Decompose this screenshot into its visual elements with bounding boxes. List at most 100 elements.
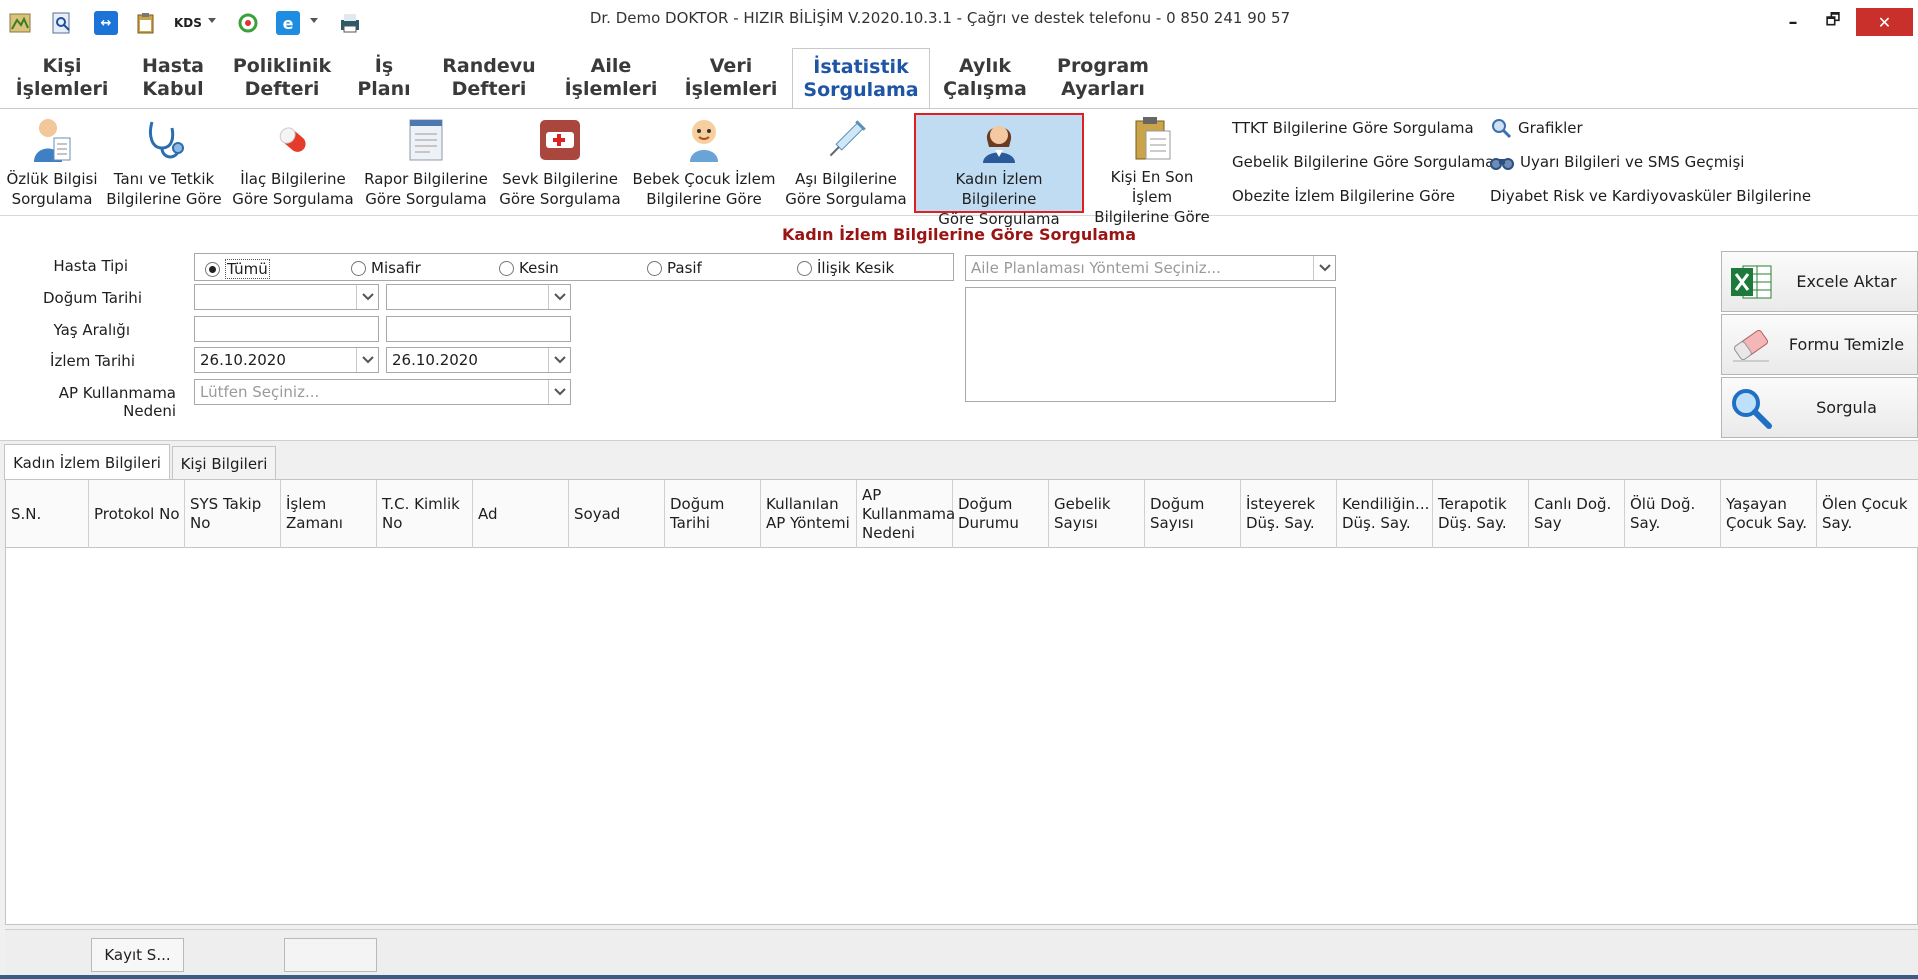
- col-kendiliginden-dus[interactable]: Kendiliğin... Düş. Say.: [1337, 480, 1433, 548]
- yas-araligi-min[interactable]: [194, 316, 379, 342]
- bebek-cocuk-izlem-label: Bebek Çocuk İzlem Bilgilerine Göre: [632, 170, 776, 208]
- col-islem-zamani[interactable]: İşlem Zamanı: [281, 480, 377, 548]
- clipboard-icon[interactable]: [134, 10, 158, 36]
- col-canli-dog[interactable]: Canlı Doğ. Say: [1529, 480, 1625, 548]
- kadin-izlem-button[interactable]: Kadın İzlem Bilgilerine Göre Sorgulama: [914, 113, 1084, 228]
- radio-pasif[interactable]: Pasif: [647, 259, 702, 277]
- col-protokol-no[interactable]: Protokol No: [89, 480, 185, 548]
- ap-nedeni-select[interactable]: Lütfen Seçiniz...: [194, 379, 571, 405]
- query-label: Sorgula: [1816, 398, 1877, 417]
- radio-ilisik-kesik[interactable]: İlişik Kesik: [797, 259, 894, 277]
- chevron-down-icon[interactable]: [548, 285, 570, 309]
- tab-hasta-kabul[interactable]: Hasta Kabul: [126, 48, 220, 108]
- col-yasayan-cocuk[interactable]: Yaşayan Çocuk Say.: [1721, 480, 1817, 548]
- record-count-button[interactable]: Kayıt S...: [91, 938, 184, 972]
- tab-istatistik-sorgulama[interactable]: İstatistik Sorgulama: [792, 48, 930, 108]
- dogum-tarihi-start[interactable]: [194, 284, 379, 310]
- grafikler-link[interactable]: Grafikler: [1490, 117, 1583, 139]
- dogum-tarihi-end[interactable]: [386, 284, 571, 310]
- woman-icon: [976, 117, 1022, 165]
- tab-is-plani[interactable]: İş Planı: [344, 48, 424, 108]
- radio-kesin[interactable]: Kesin: [499, 259, 559, 277]
- col-gebelik-sayisi[interactable]: Gebelik Sayısı: [1049, 480, 1145, 548]
- kadin-izlem-label: Kadın İzlem Bilgilerine Göre Sorgulama: [938, 170, 1060, 228]
- chevron-down-icon[interactable]: [208, 18, 216, 23]
- radio-tumu[interactable]: Tümü: [205, 259, 270, 279]
- chevron-down-icon[interactable]: [548, 380, 570, 404]
- dogum-tarihi-label: Doğum Tarihi: [42, 289, 142, 307]
- baby-icon: [681, 115, 727, 165]
- rapor-bilgileri-label: Rapor Bilgilerine Göre Sorgulama: [364, 170, 488, 208]
- col-isteyerek-dus[interactable]: İsteyerek Düş. Say.: [1241, 480, 1337, 548]
- col-dogum-tarihi[interactable]: Doğum Tarihi: [665, 480, 761, 548]
- col-sys-takip-no[interactable]: SYS Takip No: [185, 480, 281, 548]
- col-ad[interactable]: Ad: [473, 480, 569, 548]
- minimize-button[interactable]: –: [1778, 8, 1808, 36]
- radio-misafir[interactable]: Misafir: [351, 259, 421, 277]
- asi-bilgileri-button[interactable]: Aşı Bilgilerine Göre Sorgulama: [784, 113, 908, 213]
- tab-aylik-calisma[interactable]: Aylık Çalışma: [940, 48, 1030, 108]
- chevron-down-icon[interactable]: [310, 18, 318, 23]
- diyabet-risk-link[interactable]: Diyabet Risk ve Kardiyovasküler Bilgiler…: [1490, 187, 1811, 205]
- yas-araligi-max[interactable]: [386, 316, 571, 342]
- col-olen-cocuk[interactable]: Ölen Çocuk Say.: [1817, 480, 1918, 548]
- col-dogum-sayisi[interactable]: Doğum Sayısı: [1145, 480, 1241, 548]
- clear-form-button[interactable]: Formu Temizle: [1721, 314, 1918, 375]
- ttkt-sorgulama-link[interactable]: TTKT Bilgilerine Göre Sorgulama: [1232, 119, 1474, 137]
- col-soyad[interactable]: Soyad: [569, 480, 665, 548]
- tab-program-ayarlari[interactable]: Program Ayarları: [1046, 48, 1160, 108]
- izlem-tarihi-end[interactable]: 26.10.2020: [386, 347, 571, 373]
- izlem-tarihi-start-value: 26.10.2020: [200, 351, 286, 369]
- teamviewer-icon[interactable]: ↔: [94, 10, 118, 36]
- kisi-en-son-islem-button[interactable]: Kişi En Son İşlem Bilgilerine Göre: [1090, 113, 1214, 226]
- rapor-bilgileri-button[interactable]: Rapor Bilgilerine Göre Sorgulama: [362, 113, 490, 213]
- printer-icon[interactable]: [338, 10, 362, 36]
- ozluk-bilgisi-button[interactable]: Özlük Bilgisi Sorgulama: [4, 113, 100, 213]
- tani-tetkik-button[interactable]: Tanı ve Tetkik Bilgilerine Göre: [104, 113, 224, 213]
- uyari-sms-link[interactable]: Uyarı Bilgileri ve SMS Geçmişi: [1490, 151, 1744, 173]
- col-ap-kullanmama-nedeni[interactable]: AP Kullanmama Nedeni: [857, 480, 955, 548]
- ap-nedeni-label: AP Kullanmama Nedeni: [58, 384, 176, 420]
- excel-export-button[interactable]: Excele Aktar: [1721, 251, 1918, 312]
- query-button[interactable]: Sorgula: [1721, 377, 1918, 438]
- gebelik-sorgulama-link[interactable]: Gebelik Bilgilerine Göre Sorgulama: [1232, 153, 1494, 171]
- col-sn[interactable]: S.N.: [6, 480, 89, 548]
- restore-button[interactable]: 🗗: [1818, 8, 1848, 36]
- ap-nedeni-placeholder: Lütfen Seçiniz...: [200, 383, 320, 401]
- tab-kisi-bilgileri[interactable]: Kişi Bilgileri: [172, 446, 276, 480]
- obezite-izlem-link[interactable]: Obezite İzlem Bilgilerine Göre: [1232, 187, 1455, 205]
- col-terapotik-dus[interactable]: Terapotik Düş. Say.: [1433, 480, 1529, 548]
- browser-icon[interactable]: e: [276, 10, 300, 36]
- chevron-down-icon[interactable]: [548, 348, 570, 372]
- tab-poliklinik-defteri[interactable]: Poliklinik Defteri: [230, 48, 334, 108]
- ap-yontemi-select[interactable]: Aile Planlaması Yöntemi Seçiniz...: [965, 255, 1336, 281]
- tab-randevu-defteri[interactable]: Randevu Defteri: [434, 48, 544, 108]
- chevron-down-icon[interactable]: [356, 348, 378, 372]
- col-ap-yontemi[interactable]: Kullanılan AP Yöntemi: [761, 480, 857, 548]
- izlem-tarihi-start[interactable]: 26.10.2020: [194, 347, 379, 373]
- col-dogum-durumu[interactable]: Doğum Durumu: [953, 480, 1049, 548]
- document-search-icon[interactable]: [50, 10, 74, 36]
- restore-icon: 🗗: [1825, 9, 1841, 29]
- col-olu-dog[interactable]: Ölü Doğ. Say.: [1625, 480, 1721, 548]
- col-tc-kimlik-no[interactable]: T.C. Kimlik No: [377, 480, 473, 548]
- bebek-cocuk-izlem-button[interactable]: Bebek Çocuk İzlem Bilgilerine Göre: [630, 113, 778, 213]
- map-icon[interactable]: [8, 10, 32, 36]
- menu-bar: Kişi İşlemleri Hasta Kabul Poliklinik De…: [0, 48, 1918, 108]
- close-button[interactable]: ✕: [1856, 8, 1913, 36]
- tab-veri-islemleri[interactable]: Veri İşlemleri: [676, 48, 786, 108]
- kisi-en-son-islem-label: Kişi En Son İşlem Bilgilerine Göre: [1094, 168, 1210, 226]
- chevron-down-icon[interactable]: [1313, 256, 1335, 280]
- tani-tetkik-label: Tanı ve Tetkik Bilgilerine Göre: [106, 170, 222, 208]
- tab-kisi-islemleri[interactable]: Kişi İşlemleri: [14, 48, 110, 108]
- ap-yontemi-list[interactable]: [965, 287, 1336, 402]
- binoculars-icon: [1490, 158, 1514, 170]
- excel-export-label: Excele Aktar: [1796, 272, 1897, 291]
- ilac-bilgileri-button[interactable]: İlaç Bilgilerine Göre Sorgulama: [230, 113, 356, 213]
- kds-icon[interactable]: KDS: [174, 10, 202, 36]
- tab-kadin-izlem-bilgileri[interactable]: Kadın İzlem Bilgileri: [4, 444, 170, 480]
- chevron-down-icon[interactable]: [356, 285, 378, 309]
- sevk-bilgileri-button[interactable]: Sevk Bilgilerine Göre Sorgulama: [496, 113, 624, 213]
- sync-icon[interactable]: [236, 10, 260, 36]
- tab-aile-islemleri[interactable]: Aile İşlemleri: [556, 48, 666, 108]
